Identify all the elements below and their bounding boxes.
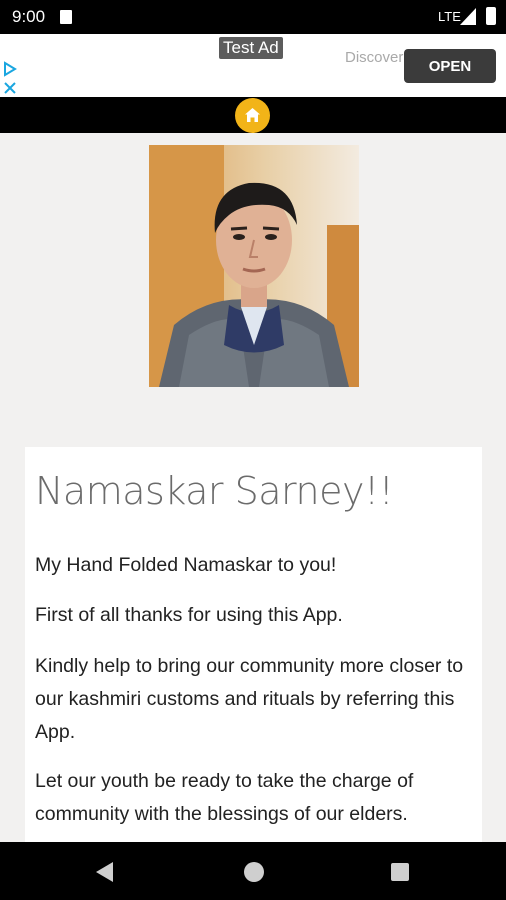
card-paragraph-2: First of all thanks for using this App. xyxy=(35,604,343,626)
ad-open-button[interactable]: OPEN xyxy=(404,49,496,83)
sd-card-icon xyxy=(60,10,72,24)
card-paragraph-3: Kindly help to bring our community more … xyxy=(35,655,464,743)
home-button[interactable] xyxy=(235,98,270,133)
welcome-card: Namaskar Sarney!! My Hand Folded Namaska… xyxy=(25,447,482,847)
card-title: Namaskar Sarney!! xyxy=(35,469,394,513)
card-paragraph-1: My Hand Folded Namaskar to you! xyxy=(35,554,337,576)
battery-icon xyxy=(486,7,496,25)
circle-home-icon[interactable] xyxy=(244,862,264,882)
ad-label: Test Ad xyxy=(219,37,283,59)
card-paragraph-4: Let our youth be ready to take the charg… xyxy=(35,770,414,825)
status-time: 9:00 xyxy=(12,7,46,26)
profile-photo xyxy=(149,145,359,387)
system-nav-bar xyxy=(0,842,506,900)
network-type: LTE xyxy=(438,9,461,24)
signal-icon xyxy=(460,8,476,25)
adchoices-icon[interactable] xyxy=(3,60,17,96)
ad-banner[interactable]: Test Ad Discover needs o OPEN xyxy=(0,34,506,97)
recents-icon[interactable] xyxy=(391,863,409,881)
top-nav-strip xyxy=(0,97,506,133)
status-bar: 9:00 LTE xyxy=(0,0,506,34)
ad-teaser[interactable]: Discover needs o xyxy=(345,49,405,67)
home-icon xyxy=(245,108,260,122)
back-icon[interactable] xyxy=(96,862,113,882)
